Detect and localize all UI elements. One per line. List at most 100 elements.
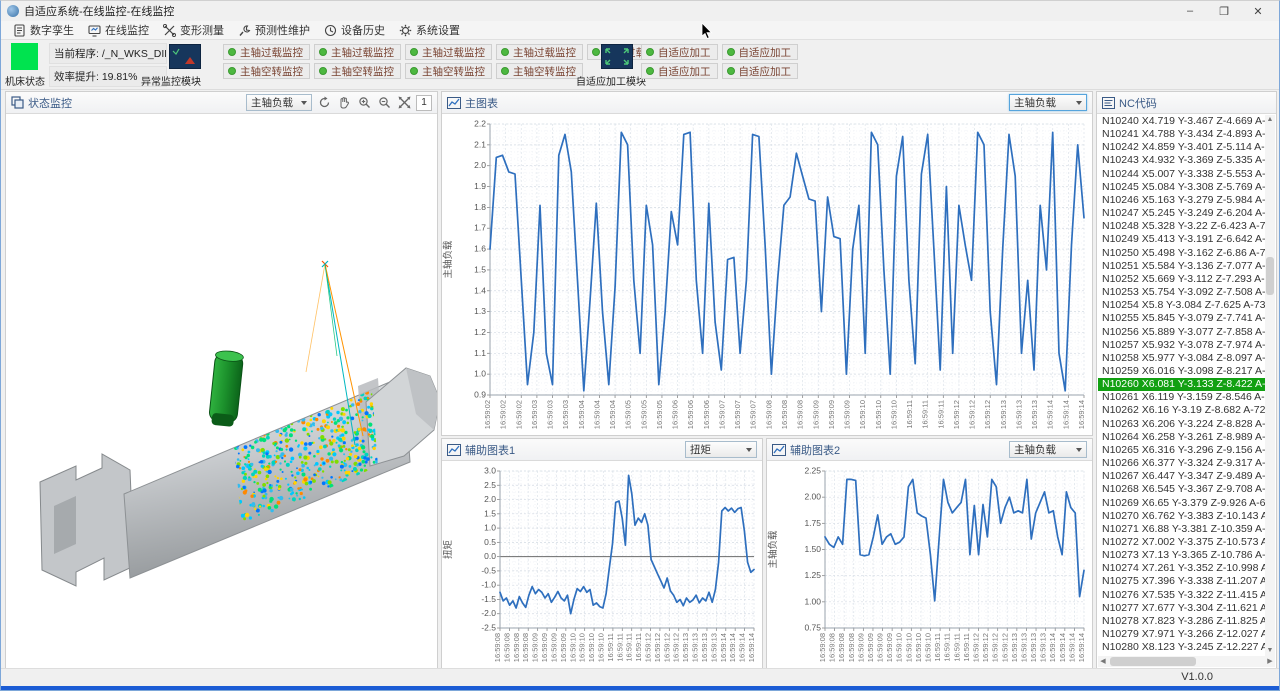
nc-line[interactable]: N10263 X6.206 Y-3.224 Z-8.828 A-72.33 C [1098,418,1265,431]
maximize-button[interactable]: ❐ [1207,1,1241,21]
machine-3d-view[interactable] [6,114,437,668]
spindle-idle-monitor-button-1[interactable]: 主轴空转监控 [223,63,310,79]
nc-line[interactable]: N10267 X6.447 Y-3.347 Z-9.489 A-71.055 [1098,470,1265,483]
nc-line[interactable]: N10252 X5.669 Y-3.112 Z-7.293 A-73.844 [1098,273,1265,286]
aux-chart1-signal-dropdown[interactable]: 扭矩 [685,441,757,458]
nc-line[interactable]: N10275 X7.396 Y-3.338 Z-11.207 A-65.95 [1098,575,1265,588]
abnormal-module-label: 异常监控模块 [141,73,201,88]
fit-view-icon[interactable] [396,95,412,111]
scroll-down-icon[interactable]: ▼ [1265,646,1275,656]
nc-line[interactable]: N10255 X5.845 Y-3.079 Z-7.741 A-73.458 [1098,312,1265,325]
menu-item-system-settings[interactable]: 系统设置 [395,21,470,40]
spindle-idle-monitor-button-4[interactable]: 主轴空转监控 [496,63,583,79]
nc-line[interactable]: N10273 X7.13 Y-3.365 Z-10.786 A-67.372 [1098,549,1265,562]
adaptive-machining-button-2[interactable]: 自适应加工 [722,44,799,60]
menu-item-digital-twin[interactable]: 数字孪生 [9,21,84,40]
pan-hand-icon[interactable] [336,95,352,111]
svg-text:2.1: 2.1 [474,139,486,149]
adaptive-module-icon[interactable] [601,44,633,69]
nc-line[interactable]: N10241 X4.788 Y-3.434 Z-4.893 A-76.062 [1098,128,1265,141]
nc-line[interactable]: N10279 X7.971 Y-3.266 Z-12.027 A-62.98 [1098,628,1265,641]
main-chart-signal-dropdown[interactable]: 主轴负载 [1009,94,1087,111]
aux-chart1-title: 辅助图表1 [465,442,515,458]
abnormal-module-icon[interactable] [169,44,201,69]
nc-line[interactable]: N10276 X7.535 Y-3.322 Z-11.415 A-65.22 [1098,589,1265,602]
spindle-overload-monitor-button-3[interactable]: 主轴过载监控 [405,44,492,60]
status-signal-dropdown[interactable]: 主轴负载 [246,94,312,111]
svg-text:16:59:11: 16:59:11 [962,633,971,662]
adaptive-machining-button-b-2[interactable]: 自适应加工 [722,63,799,79]
nc-line[interactable]: N10265 X6.316 Y-3.296 Z-9.156 A-71.771 [1098,444,1265,457]
close-button[interactable]: ✕ [1241,1,1275,21]
menu-item-predictive-maintenance[interactable]: 预测性维护 [234,21,320,40]
svg-text:2.25: 2.25 [804,466,821,476]
svg-text:16:59:10: 16:59:10 [889,400,898,429]
line-chart-icon [447,444,461,456]
nc-line[interactable]: N10240 X4.719 Y-3.467 Z-4.669 A-76.396 [1098,115,1265,128]
adaptive-module-label: 自适应加工模块 [576,73,646,88]
nc-line[interactable]: N10266 X6.377 Y-3.324 Z-9.317 A-71.443 [1098,457,1265,470]
menu-item-device-history[interactable]: 设备历史 [320,21,395,40]
status-dot-green [501,48,509,56]
status-dot-green [319,67,327,75]
adaptive-machining-button-1[interactable]: 自适应加工 [641,44,718,60]
status-dot-green [592,48,600,56]
nc-code-list[interactable]: N10240 X4.719 Y-3.467 Z-4.669 A-76.396N1… [1098,115,1265,656]
nc-line[interactable]: N10274 X7.261 Y-3.352 Z-10.998 A-66.67 [1098,562,1265,575]
menu-item-online-monitoring[interactable]: 在线监控 [84,21,159,40]
nc-line-selected[interactable]: N10260 X6.081 Y-3.133 Z-8.422 A-72.835 [1098,378,1265,391]
spindle-idle-monitor-button-2[interactable]: 主轴空转监控 [314,63,401,79]
nc-vertical-scrollbar[interactable]: ▲ ▼ [1265,115,1275,656]
nc-line[interactable]: N10248 X5.328 Y-3.22 Z-6.423 A-74.52 C [1098,220,1265,233]
nc-line[interactable]: N10261 X6.119 Y-3.159 Z-8.546 A-72.701 [1098,391,1265,404]
nc-line[interactable]: N10271 X6.88 Y-3.381 Z-10.359 A-68.711 [1098,523,1265,536]
spindle-overload-monitor-button-4[interactable]: 主轴过载监控 [496,44,583,60]
scroll-up-icon[interactable]: ▲ [1265,115,1275,125]
zoom-out-icon[interactable] [376,95,392,111]
nc-line[interactable]: N10246 X5.163 Y-3.279 Z-5.984 A-74.892 [1098,194,1265,207]
svg-text:16:59:09: 16:59:09 [885,633,894,662]
nc-line[interactable]: N10242 X4.859 Y-3.401 Z-5.114 A-75.775 [1098,141,1265,154]
aux-chart2-signal-dropdown[interactable]: 主轴负载 [1009,441,1087,458]
nc-line[interactable]: N10268 X6.545 Y-3.367 Z-9.708 A-70.519 [1098,483,1265,496]
zoom-level-box[interactable]: 1 [416,95,432,111]
minimize-button[interactable]: – [1173,1,1207,21]
nc-line[interactable]: N10256 X5.889 Y-3.077 Z-7.858 A-73.348 [1098,326,1265,339]
nc-code-icon [1102,97,1115,109]
adaptive-machining-button-b-1[interactable]: 自适应加工 [641,63,718,79]
nc-line[interactable]: N10243 X4.932 Y-3.369 Z-5.335 A-75.523 [1098,154,1265,167]
nc-line[interactable]: N10270 X6.762 Y-3.383 Z-10.143 A-69.34 [1098,510,1265,523]
nc-line[interactable]: N10254 X5.8 Y-3.084 Z-7.625 A-73.571 C [1098,299,1265,312]
scrollbar-thumb[interactable] [1110,657,1196,666]
nc-line[interactable]: N10280 X8.123 Y-3.245 Z-12.227 A-62.23 [1098,641,1265,654]
spindle-idle-monitor-button-3[interactable]: 主轴空转监控 [405,63,492,79]
svg-text:0.0: 0.0 [484,551,496,561]
nc-line[interactable]: N10250 X5.498 Y-3.162 Z-6.86 A-74.178 C [1098,247,1265,260]
nc-line[interactable]: N10259 X6.016 Y-3.098 Z-8.217 A-73.036 [1098,365,1265,378]
nc-line[interactable]: N10257 X5.932 Y-3.078 Z-7.974 A-73.243 [1098,339,1265,352]
nc-line[interactable]: N10269 X6.65 Y-3.379 Z-9.926 A-69.947 C [1098,497,1265,510]
nc-line[interactable]: N10244 X5.007 Y-3.338 Z-5.553 A-75.297 [1098,168,1265,181]
orbit-icon[interactable] [316,95,332,111]
nc-line[interactable]: N10249 X5.413 Y-3.191 Z-6.642 A-74.346 [1098,233,1265,246]
nc-line[interactable]: N10245 X5.084 Y-3.308 Z-5.769 A-75.088 [1098,181,1265,194]
nc-line[interactable]: N10264 X6.258 Y-3.261 Z-8.989 A-72.072 [1098,431,1265,444]
scroll-left-icon[interactable]: ◀ [1098,656,1108,667]
zoom-in-icon[interactable] [356,95,372,111]
menu-item-deformation-measure[interactable]: 变形测量 [159,21,234,40]
nc-line[interactable]: N10247 X5.245 Y-3.249 Z-6.204 A-74.701 [1098,207,1265,220]
nc-line[interactable]: N10277 X7.677 Y-3.304 Z-11.621 A-64.48 [1098,602,1265,615]
scrollbar-thumb[interactable] [1266,257,1274,295]
scroll-right-icon[interactable]: ▶ [1265,656,1275,667]
nc-line[interactable]: N10258 X5.977 Y-3.084 Z-8.097 A-73.138 [1098,352,1265,365]
spindle-overload-monitor-button-2[interactable]: 主轴过载监控 [314,44,401,60]
nc-horizontal-scrollbar[interactable]: ◀ ▶ [1098,656,1275,667]
nc-line[interactable]: N10278 X7.823 Y-3.286 Z-11.825 A-63.73 [1098,615,1265,628]
spindle-overload-monitor-button-1[interactable]: 主轴过载监控 [223,44,310,60]
nc-line[interactable]: N10251 X5.584 Y-3.136 Z-7.077 A-74.012 [1098,260,1265,273]
nc-line[interactable]: N10262 X6.16 Y-3.19 Z-8.682 A-72.534 C [1098,404,1265,417]
svg-text:16:59:08: 16:59:08 [837,633,846,662]
svg-text:16:59:04: 16:59:04 [608,400,617,429]
nc-line[interactable]: N10272 X7.002 Y-3.375 Z-10.573 A-68.05 [1098,536,1265,549]
nc-line[interactable]: N10253 X5.754 Y-3.092 Z-7.508 A-73.677 [1098,286,1265,299]
